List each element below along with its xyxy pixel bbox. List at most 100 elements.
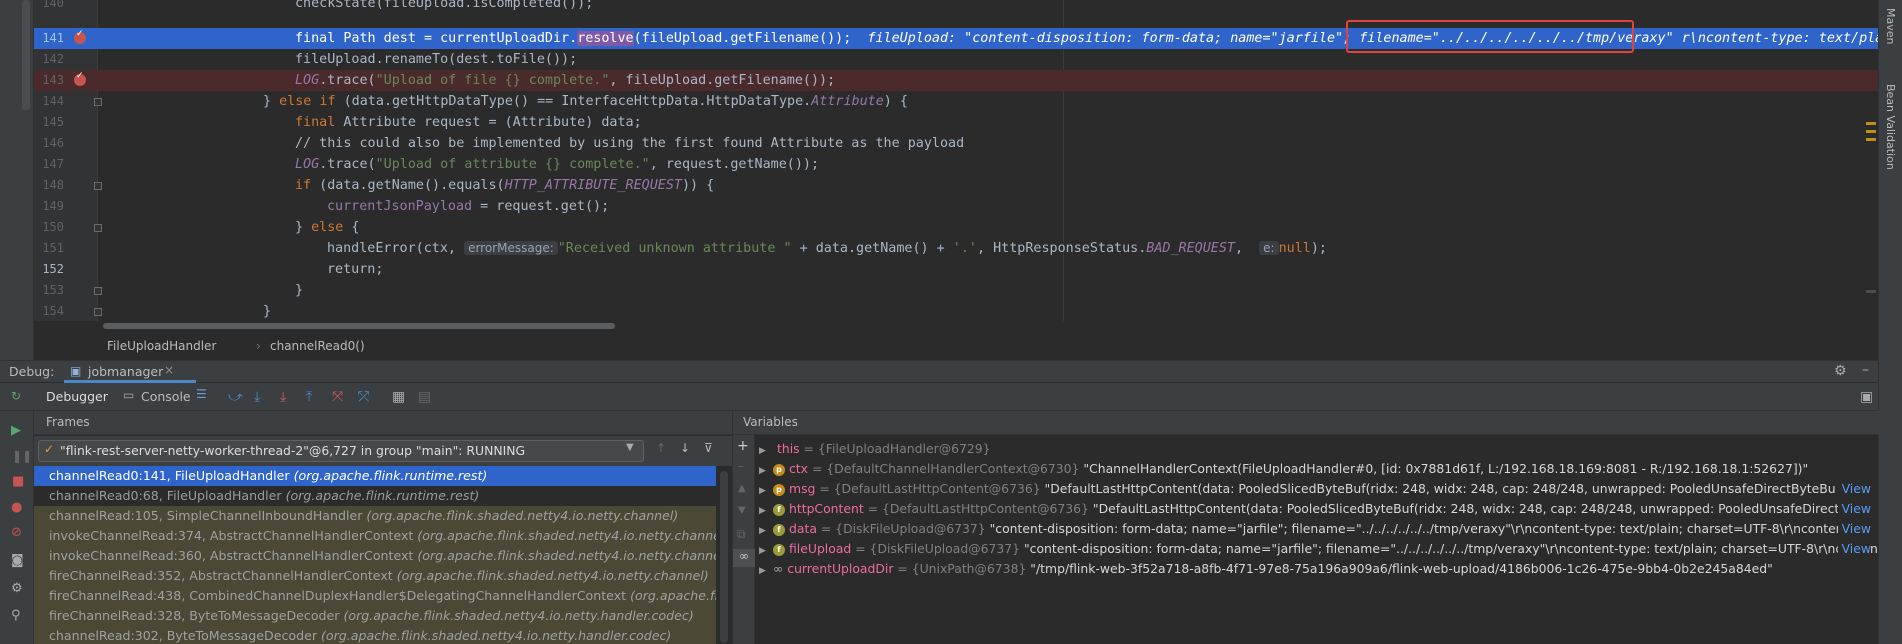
close-icon[interactable]: × — [164, 363, 174, 377]
view-link[interactable]: View — [1837, 539, 1871, 559]
thread-selector[interactable]: ✓ "flink-rest-server-netty-worker-thread… — [34, 436, 732, 466]
variable-row[interactable]: ▶ f data = {DiskFileUpload@6737} "content-… — [759, 519, 1877, 539]
frame-item[interactable]: fireChannelRead:328, ByteToMessageDecode… — [34, 606, 716, 626]
show-execution-point-icon[interactable]: ⤻ — [228, 389, 243, 405]
step-over-icon[interactable]: ⤓ — [254, 389, 260, 405]
view-breakpoints-icon[interactable]: ● — [11, 500, 22, 515]
expand-icon[interactable]: ▶ — [759, 521, 773, 539]
fold-icon[interactable] — [94, 98, 102, 106]
field-icon: f — [773, 523, 785, 536]
variable-row[interactable]: ▶ ∞ currentUploadDir = {UnixPath@6738} "/… — [759, 559, 1877, 579]
stop-icon[interactable]: ■ — [12, 474, 24, 489]
code-line-147[interactable]: 147 LOG.trace("Upload of attribute {} co… — [34, 154, 1878, 175]
variable-row[interactable]: ▶ this = {FileUploadHandler@6729} — [759, 439, 1877, 459]
code-editor[interactable]: 140 checkState(fileUpload.isCompleted())… — [0, 0, 1878, 321]
variable-row[interactable]: ▶ f httpContent = {DefaultLastHttpContent@… — [759, 499, 1877, 519]
frames-scrollbar[interactable] — [720, 471, 728, 643]
frame-item[interactable]: fireChannelRead:438, CombinedChannelDupl… — [34, 586, 716, 606]
error-stripe-marker — [1866, 290, 1876, 293]
expand-icon[interactable]: ▶ — [759, 461, 773, 479]
code-line-144[interactable]: 144 } else if (data.getHttpDataType() ==… — [34, 91, 1878, 112]
editor-scrollbar[interactable] — [22, 0, 30, 110]
line-number: 146 — [42, 136, 64, 150]
rerun-icon[interactable]: ↻ — [11, 389, 21, 403]
code-text: } else { — [295, 220, 360, 235]
expand-icon[interactable]: ▶ — [759, 501, 773, 519]
variable-value: "content-disposition: form-data; name="j… — [989, 521, 1853, 536]
pin-icon[interactable]: ⚲ — [11, 608, 21, 623]
code-line-143[interactable]: 143 LOG.trace("Upload of file {} complet… — [34, 70, 1878, 91]
chevron-down-icon[interactable]: ▼ — [626, 442, 634, 453]
code-text: LOG.trace("Upload of file {} complete.",… — [295, 73, 836, 88]
tab-debugger[interactable]: Debugger — [46, 389, 108, 404]
expand-icon[interactable]: ▶ — [759, 561, 773, 579]
frame-item[interactable]: invokeChannelRead:360, AbstractChannelHa… — [34, 546, 716, 566]
code-line-146[interactable]: 146 // this could also be implemented by… — [34, 133, 1878, 154]
bean-validation-tool-tab[interactable]: Bean Validation — [1884, 84, 1897, 170]
settings-icon[interactable]: ⚙ — [11, 581, 23, 596]
frame-item[interactable]: channelRead:302, ByteToMessageDecoder (o… — [34, 626, 716, 644]
minimize-icon[interactable]: – — [1862, 362, 1869, 378]
expand-icon[interactable]: ▶ — [759, 481, 773, 499]
code-line-153[interactable]: 153 } — [34, 280, 1878, 301]
down-arrow-icon: ▼ — [738, 505, 746, 516]
line-number: 153 — [42, 283, 64, 297]
frame-item[interactable]: invokeChannelRead:374, AbstractChannelHa… — [34, 526, 716, 546]
add-watch-icon[interactable]: + — [737, 438, 749, 454]
variable-row[interactable]: ▶ p msg = {DefaultLastHttpContent@6736} "D… — [759, 479, 1877, 499]
fold-icon[interactable] — [94, 182, 102, 190]
breadcrumb-method[interactable]: channelRead0() — [270, 336, 365, 356]
filter-icon[interactable]: ⊽ — [704, 441, 713, 455]
code-line-145[interactable]: 145 final Attribute request = (Attribute… — [34, 112, 1878, 133]
variable-row[interactable]: ▶ p ctx = {DefaultChannelHandlerContext@67… — [759, 459, 1877, 479]
step-out-icon[interactable]: ⤒ — [306, 389, 312, 405]
evaluate-icon[interactable]: ▦ — [392, 389, 405, 405]
mute-breakpoints-icon[interactable]: ⊘ — [11, 525, 22, 540]
view-link[interactable]: View — [1837, 479, 1871, 499]
settings-icon[interactable]: ⚙ — [1834, 363, 1847, 379]
tab-console[interactable]: Console — [141, 389, 191, 404]
breakpoint-icon[interactable] — [74, 71, 86, 86]
line-number: 149 — [42, 199, 64, 213]
run-to-cursor-icon[interactable]: ⤱ — [358, 389, 369, 405]
variable-row[interactable]: ▶ f fileUpload = {DiskFileUpload@6737} "co… — [759, 539, 1877, 559]
code-line-154[interactable]: 154 } — [34, 301, 1878, 321]
code-line-149[interactable]: 149 currentJsonPayload = request.get(); — [34, 196, 1878, 217]
fold-icon[interactable] — [94, 308, 102, 316]
frame-package: (org.apache.flink.shaded.netty4.io.netty… — [417, 548, 716, 563]
code-line-151[interactable]: 151 handleError(ctx, errorMessage: "Recei… — [34, 238, 1878, 259]
layout-settings-icon[interactable]: ▣ — [1860, 389, 1873, 405]
line-number: 145 — [42, 115, 64, 129]
code-line-148[interactable]: 148 if (data.getName().equals(HTTP_ATTRI… — [34, 175, 1878, 196]
drop-frame-icon[interactable]: ⤧ — [332, 389, 343, 405]
step-into-icon[interactable]: ⤓ — [280, 389, 286, 405]
frame-item[interactable]: fireChannelRead:352, AbstractChannelHand… — [34, 566, 716, 586]
resume-icon[interactable]: ▶ — [11, 423, 21, 438]
variables-panel: Variables + – ▲ ▼ ⧉ ∞ ▶ this = {FileUploa… — [732, 411, 1879, 644]
glasses-icon[interactable]: ∞ — [733, 549, 755, 567]
expand-icon[interactable]: ▶ — [759, 441, 773, 459]
frame-item[interactable]: channelRead0:68, FileUploadHandler (org.… — [34, 486, 716, 506]
down-arrow-icon[interactable]: ↓ — [680, 441, 690, 455]
code-line-140[interactable]: 140 checkState(fileUpload.isCompleted())… — [34, 0, 1878, 14]
view-link[interactable]: View — [1837, 499, 1871, 519]
frame-item[interactable]: channelRead:105, SimpleChannelInboundHan… — [34, 506, 716, 526]
fold-icon[interactable] — [94, 224, 102, 232]
camera-icon[interactable]: ◙ — [11, 553, 24, 568]
frame-package: (org.apache.flink.runtime.rest) — [285, 488, 480, 503]
frame-list[interactable]: channelRead0:141, FileUploadHandler (org… — [34, 466, 716, 644]
horizontal-scrollbar[interactable] — [103, 323, 615, 329]
fold-icon[interactable] — [94, 287, 102, 295]
frame-item[interactable]: channelRead0:141, FileUploadHandler (org… — [34, 466, 716, 486]
thread-check-icon: ✓ — [44, 442, 55, 456]
view-link[interactable]: View — [1837, 519, 1871, 539]
variable-value: "/tmp/flink-web-3f52a718-a8fb-4f71-97e8-… — [1030, 561, 1773, 576]
breadcrumb-class[interactable]: FileUploadHandler — [107, 336, 216, 356]
code-line-152[interactable]: 152 return; — [34, 259, 1878, 280]
maven-tool-tab[interactable]: Maven — [1884, 8, 1897, 44]
code-line-150[interactable]: 150 } else { — [34, 217, 1878, 238]
session-tab[interactable]: ▣ jobmanager × — [64, 363, 196, 383]
expand-icon[interactable]: ▶ — [759, 541, 773, 559]
breakpoint-icon[interactable] — [74, 29, 86, 44]
layout-icon[interactable]: ☰ — [196, 387, 207, 401]
